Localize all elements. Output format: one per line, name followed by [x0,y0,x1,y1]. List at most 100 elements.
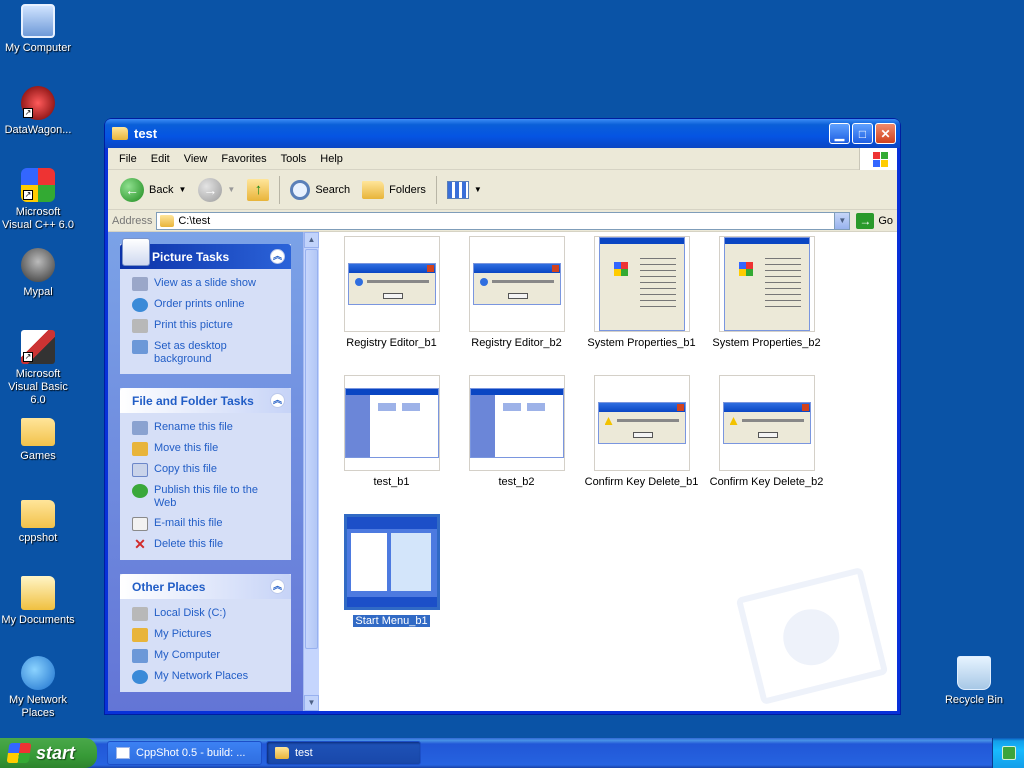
file-item[interactable]: Start Menu_b1 [329,514,454,646]
place-my-computer[interactable]: My Computer [132,649,281,663]
thumbnail-graphic [676,404,684,411]
dropdown-arrow-icon[interactable]: ▼ [227,185,235,194]
file-folder-tasks-header[interactable]: File and Folder Tasks ︽ [120,388,291,413]
go-button[interactable]: → Go [850,212,893,229]
globe-icon [132,484,148,498]
tray-icon[interactable] [1001,746,1016,760]
up-button[interactable]: ↑ [241,178,275,201]
collapse-chevron-icon[interactable]: ︽ [270,393,285,408]
task-move-file[interactable]: Move this file [132,442,281,456]
file-item[interactable]: Confirm Key Delete_b1 [579,375,704,507]
minimize-button[interactable]: ▁ [829,123,850,144]
file-grid: Registry Editor_b1 Registry Editor_b2 Syst… [329,236,829,646]
desktop-icon-my-network-places[interactable]: My Network Places [0,656,76,720]
scroll-up-arrow-icon[interactable]: ▲ [304,232,319,248]
task-print-picture[interactable]: Print this picture [132,319,281,333]
file-item[interactable]: Confirm Key Delete_b2 [704,375,829,507]
file-item[interactable]: Registry Editor_b2 [454,236,579,368]
computer-icon [21,4,55,38]
my-documents-icon [21,576,55,610]
maximize-button[interactable]: □ [852,123,873,144]
address-input[interactable]: C:\test ▼ [156,211,851,230]
desktop-icon-mypal[interactable]: Mypal [0,248,76,299]
file-thumbnail [343,236,440,332]
menu-favorites[interactable]: Favorites [214,153,273,165]
desktop-icon-games[interactable]: Games [0,412,76,463]
file-thumbnail [593,375,690,471]
desktop-icon-visual-basic[interactable]: ↗ Microsoft Visual Basic 6.0 [0,330,76,407]
place-my-network-places[interactable]: My Network Places [132,670,281,684]
task-delete-file[interactable]: ✕ Delete this file [132,537,281,552]
desktop-icon-recycle-bin[interactable]: Recycle Bin [936,656,1012,707]
menu-tools[interactable]: Tools [274,153,314,165]
thumbnail-graphic [738,262,753,276]
file-item[interactable]: System Properties_b1 [579,236,704,368]
desktop-icon-my-documents[interactable]: My Documents [0,576,76,627]
file-item[interactable]: test_b1 [329,375,454,507]
thumbnail-graphic [390,533,431,591]
desktop-icon-datawagon[interactable]: ↗ DataWagon... [0,86,76,137]
task-order-prints[interactable]: Order prints online [132,298,281,312]
place-my-pictures[interactable]: My Pictures [132,628,281,642]
menu-file[interactable]: File [112,153,144,165]
views-icon [446,180,469,199]
copy-icon [132,463,148,477]
start-button[interactable]: start [0,738,97,768]
task-rename-file[interactable]: Rename this file [132,421,281,435]
desktop-icon-cppshot[interactable]: cppshot [0,494,76,545]
thumbnail-graphic [598,237,685,331]
thumbnail-graphic [472,263,561,305]
thumbnail-graphic [502,403,521,411]
picture-icon [122,238,150,266]
other-places-header[interactable]: Other Places ︽ [120,574,291,599]
thumbnail-graphic [764,258,801,308]
title-bar[interactable]: test ▁ □ ✕ [105,119,900,148]
desktop-icon-visual-cpp[interactable]: ↗ Microsoft Visual C++ 6.0 [0,168,76,232]
collapse-chevron-icon[interactable]: ︽ [270,579,285,594]
taskbar-button-test[interactable]: test [266,741,421,765]
taskbar-button-cppshot[interactable]: CppShot 0.5 - build: ... [107,741,262,765]
folder-icon [160,214,175,227]
picture-tasks-header[interactable]: Picture Tasks ︽ [120,238,291,269]
back-button[interactable]: ← Back ▼ [114,177,192,202]
place-local-disk[interactable]: Local Disk (C:) [132,607,281,621]
desktop-icon-my-computer[interactable]: My Computer [0,4,76,55]
folders-button[interactable]: Folders [356,180,432,199]
scrollbar-thumb[interactable] [305,249,318,649]
thumbnail-graphic [366,280,429,283]
menu-edit[interactable]: Edit [144,153,177,165]
task-email-file[interactable]: E-mail this file [132,517,281,531]
address-dropdown-button[interactable]: ▼ [834,212,850,229]
forward-button[interactable]: → ▼ [192,177,241,202]
windows-flag-icon [6,743,32,763]
task-publish-web[interactable]: Publish this file to the Web [132,484,281,510]
dropdown-arrow-icon[interactable]: ▼ [178,185,186,194]
views-button[interactable]: ▼ [441,180,488,199]
close-button[interactable]: ✕ [875,123,896,144]
window-title: test [134,126,158,141]
file-thumbnail [718,236,815,332]
menu-view[interactable]: View [177,153,215,165]
toolbar-separator [279,175,281,204]
slideshow-icon [132,277,148,291]
thumbnail-graphic [344,388,439,458]
menu-help[interactable]: Help [313,153,350,165]
collapse-chevron-icon[interactable]: ︽ [270,249,285,264]
task-view-slideshow[interactable]: View as a slide show [132,277,281,291]
file-item[interactable]: test_b2 [454,375,579,507]
file-item[interactable]: System Properties_b2 [704,236,829,368]
thumbnail-graphic [723,237,810,331]
thumbnail-graphic [722,402,811,444]
file-item[interactable]: Registry Editor_b1 [329,236,454,368]
visual-cpp-icon: ↗ [21,168,55,202]
task-set-desktop-background[interactable]: Set as desktop background [132,340,281,366]
folder-icon [21,418,55,446]
task-copy-file[interactable]: Copy this file [132,463,281,477]
task-pane-scrollbar[interactable]: ▲ ▼ [303,232,319,711]
go-arrow-icon: → [856,212,875,229]
dropdown-arrow-icon[interactable]: ▼ [474,185,482,194]
thumbnail-graphic [613,262,628,276]
visual-basic-icon: ↗ [21,330,55,364]
search-button[interactable]: Search [284,179,356,200]
scroll-down-arrow-icon[interactable]: ▼ [304,695,319,711]
